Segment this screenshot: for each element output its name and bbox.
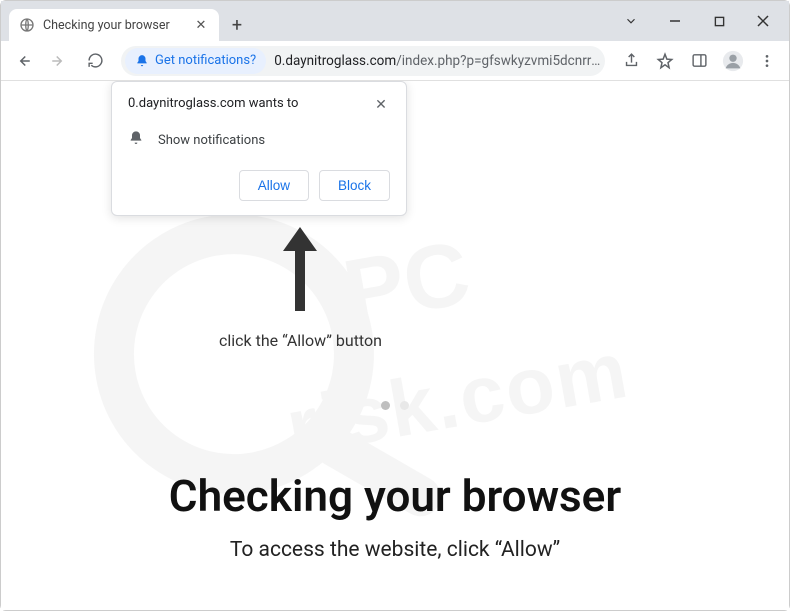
window-controls: [609, 1, 789, 41]
arrow-hint-text: click the “Allow” button: [219, 331, 382, 350]
forward-button[interactable]: [43, 45, 75, 77]
notification-permission-popup: 0.daynitroglass.com wants to ✕ Show noti…: [111, 81, 407, 216]
url-path: /index.php?p=gfswkyzvmi5dcnrrgu4a&sub…: [396, 53, 601, 69]
new-tab-button[interactable]: +: [223, 11, 251, 39]
popup-permission-label: Show notifications: [158, 133, 265, 148]
bell-icon: [135, 54, 149, 68]
arrow-hint: click the “Allow” button: [219, 219, 382, 350]
tab-strip: Checking your browser ✕ +: [1, 1, 609, 41]
url-domain: 0.daynitroglass.com: [274, 53, 396, 69]
dot: [400, 401, 409, 410]
toolbar-right: [615, 45, 783, 77]
page-content: PC risk.com 0.daynitroglass.com wants to…: [1, 81, 789, 610]
profile-avatar[interactable]: [717, 45, 749, 77]
browser-tab[interactable]: Checking your browser ✕: [9, 9, 219, 41]
minimize-button[interactable]: [653, 1, 697, 41]
page-subline: To access the website, click “Allow”: [1, 538, 789, 562]
globe-icon: [19, 17, 35, 33]
share-icon[interactable]: [615, 45, 647, 77]
maximize-button[interactable]: [697, 1, 741, 41]
tab-title: Checking your browser: [43, 18, 185, 33]
address-bar[interactable]: Get notifications? 0.daynitroglass.com/i…: [121, 46, 605, 76]
caret-down-icon[interactable]: [609, 1, 653, 41]
allow-button[interactable]: Allow: [239, 170, 309, 201]
get-notifications-chip[interactable]: Get notifications?: [125, 48, 266, 74]
bookmark-icon[interactable]: [649, 45, 681, 77]
dot: [381, 401, 390, 410]
browser-toolbar: Get notifications? 0.daynitroglass.com/i…: [1, 41, 789, 81]
popup-origin-text: 0.daynitroglass.com wants to: [128, 96, 298, 111]
page-headline: Checking your browser: [1, 470, 789, 522]
reload-button[interactable]: [79, 45, 111, 77]
back-button[interactable]: [7, 45, 39, 77]
loading-dots: [381, 401, 409, 410]
block-button[interactable]: Block: [319, 170, 390, 201]
url-text: 0.daynitroglass.com/index.php?p=gfswkyzv…: [266, 53, 601, 69]
arrow-up-icon: [275, 219, 325, 319]
close-window-button[interactable]: [741, 1, 785, 41]
side-panel-icon[interactable]: [683, 45, 715, 77]
tab-close-icon[interactable]: ✕: [193, 17, 209, 33]
popup-close-icon[interactable]: ✕: [372, 96, 390, 114]
window-titlebar: Checking your browser ✕ +: [1, 1, 789, 41]
notif-chip-label: Get notifications?: [155, 53, 256, 68]
bell-icon: [128, 130, 144, 150]
menu-icon[interactable]: [751, 45, 783, 77]
